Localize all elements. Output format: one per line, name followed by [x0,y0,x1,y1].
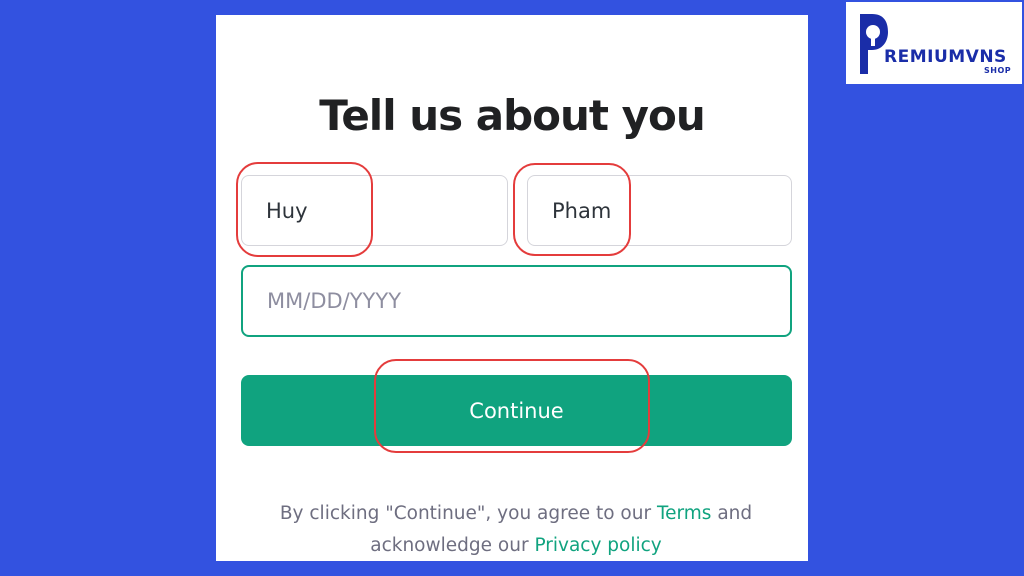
birthday-input[interactable] [241,265,792,337]
logo-name: REMIUMVNS [884,47,1007,67]
p-letter-icon [860,14,888,74]
page-title: Tell us about you [319,91,706,140]
signup-card: Tell us about you Continue By clicking "… [216,15,808,561]
first-name-input[interactable] [241,175,508,246]
terms-link[interactable]: Terms [657,503,711,524]
continue-button[interactable]: Continue [241,375,792,446]
legal-prefix: By clicking "Continue", you agree to our [279,503,657,524]
legal-notice: By clicking "Continue", you agree to our… [246,498,786,562]
logo-subtitle: SHOP [984,66,1012,75]
brand-logo: REMIUMVNS SHOP [846,2,1022,84]
privacy-policy-link[interactable]: Privacy policy [534,535,661,556]
last-name-input[interactable] [527,175,792,246]
screenshot-stage: Tell us about you Continue By clicking "… [0,0,1024,576]
